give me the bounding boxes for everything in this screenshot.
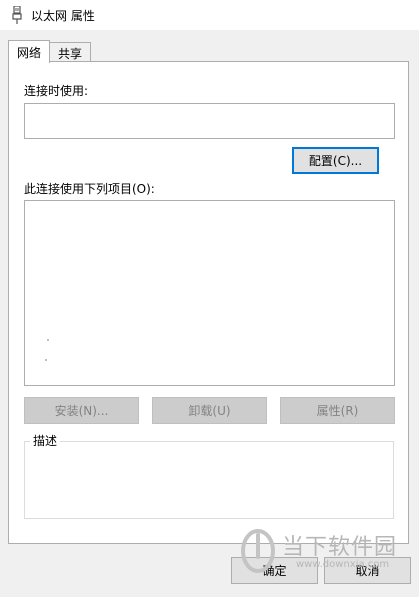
- title-bar[interactable]: 以太网 属性: [0, 0, 419, 30]
- adapter-name-field: [24, 103, 395, 139]
- configure-button[interactable]: 配置(C)...: [292, 147, 379, 174]
- properties-button[interactable]: 属性(R): [280, 397, 395, 424]
- list-item[interactable]: [45, 359, 47, 361]
- tab-network[interactable]: 网络: [8, 40, 51, 63]
- uninstall-button[interactable]: 卸载(U): [152, 397, 267, 424]
- list-item[interactable]: [47, 339, 49, 341]
- watermark-logo-icon: [241, 529, 275, 573]
- network-adapter-icon: [9, 5, 25, 25]
- install-button[interactable]: 安装(N)...: [24, 397, 139, 424]
- connect-using-label: 连接时使用:: [24, 84, 89, 98]
- tab-bar: 网络 共享: [8, 40, 92, 63]
- watermark-title: 当下软件园: [282, 535, 398, 560]
- window-title: 以太网 属性: [31, 8, 95, 23]
- description-label: 描述: [30, 432, 61, 449]
- description-group: [24, 441, 394, 519]
- items-label: 此连接使用下列项目(O):: [24, 182, 155, 196]
- watermark: 当下软件园 www.downxia.com: [234, 521, 418, 591]
- tab-sharing[interactable]: 共享: [49, 42, 92, 63]
- connection-items-list[interactable]: [24, 200, 395, 386]
- watermark-url: www.downxia.com: [296, 559, 390, 570]
